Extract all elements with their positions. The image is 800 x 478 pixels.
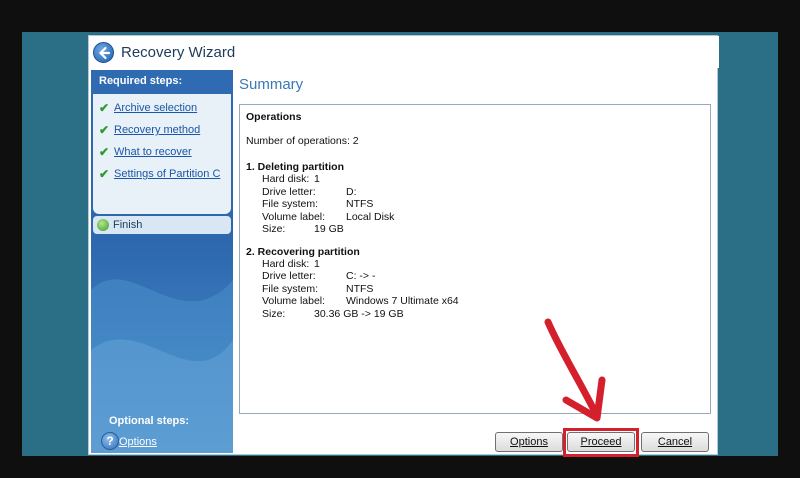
required-steps-panel: ✔ Archive selection ✔ Recovery method ✔ … [93,94,231,214]
operation-deleting-partition: 1. Deleting partition Hard disk: 1 Drive … [246,161,704,236]
detail-key: Hard disk: [262,257,310,270]
operations-heading: Operations [246,111,302,123]
detail-row: Drive letter: D: [262,186,704,199]
sidebar-step-what-to-recover[interactable]: ✔ What to recover [99,144,229,162]
operation-heading: 1. Deleting partition [246,161,345,173]
sidebar-step-archive-selection[interactable]: ✔ Archive selection [99,100,229,118]
detail-key: File system: [262,282,319,295]
window-title: Recovery Wizard [121,44,236,61]
detail-row: Volume label: Windows 7 Ultimate x64 [262,295,704,308]
step-label: Settings of Partition C [114,168,221,180]
screenshot-frame: Recovery Wizard Required steps: ✔ Archiv… [0,0,800,478]
detail-row: Volume label: Local Disk [262,211,704,224]
detail-key: File system: [262,198,319,210]
sidebar-step-settings-partition-c[interactable]: ✔ Settings of Partition C [99,166,229,184]
help-icon[interactable]: ? [101,432,119,450]
operation-heading: 2. Recovering partition [246,245,360,258]
checkmark-icon: ✔ [99,123,110,137]
page-title: Summary [239,76,304,93]
finish-label: Finish [113,219,143,231]
detail-value: 1 [314,257,320,270]
back-arrow-icon[interactable] [93,42,114,63]
checkmark-icon: ✔ [99,145,110,159]
step-label: Recovery method [114,124,201,136]
detail-value: 30.36 GB -> 19 GB [314,307,404,320]
detail-row: Hard disk: 1 [262,258,704,271]
detail-key: Size: [262,307,286,320]
detail-key: Drive letter: [262,270,316,282]
detail-value: Windows 7 Ultimate x64 [346,295,459,307]
summary-box: Operations Number of operations: 2 1. De… [239,104,711,414]
detail-row: File system: NTFS [262,283,704,296]
detail-key: Hard disk: [262,173,310,185]
step-label: Archive selection [114,102,198,114]
step-label: What to recover [114,146,192,158]
proceed-highlight-box [563,428,639,457]
detail-row: Size: 30.36 GB -> 19 GB [262,308,704,321]
sidebar-step-finish[interactable]: Finish [93,216,231,234]
detail-value: NTFS [346,282,374,295]
number-of-operations: Number of operations: 2 [246,135,359,147]
detail-key: Volume label: [262,295,326,307]
checkmark-icon: ✔ [99,101,110,115]
title-bar: Recovery Wizard [89,36,719,68]
sidebar-step-recovery-method[interactable]: ✔ Recovery method [99,122,229,140]
detail-value: 19 GB [314,223,344,235]
detail-row: Size: 19 GB [262,223,704,236]
summary-panel: Summary Operations Number of operations:… [239,70,717,420]
cancel-button[interactable]: Cancel [641,432,709,452]
wizard-sidebar: Required steps: ✔ Archive selection ✔ Re… [91,70,233,453]
detail-value: Local Disk [346,210,395,223]
detail-key: Volume label: [262,210,326,223]
operation-recovering-partition: 2. Recovering partition Hard disk: 1 Driv… [246,246,704,321]
detail-value: D: [346,185,357,198]
detail-key: Drive letter: [262,185,316,198]
recovery-wizard-window: Recovery Wizard Required steps: ✔ Archiv… [88,35,719,457]
detail-value: NTFS [346,198,374,210]
options-button[interactable]: Options [495,432,563,452]
required-steps-heading: Required steps: [99,75,183,87]
detail-row: Drive letter: C: -> - [262,270,704,283]
detail-value: C: -> - [346,270,376,282]
checkmark-icon: ✔ [99,167,110,181]
detail-value: 1 [314,173,320,185]
detail-row: Hard disk: 1 [262,173,704,186]
detail-row: File system: NTFS [262,198,704,211]
detail-key: Size: [262,223,286,235]
current-step-icon [97,219,109,231]
